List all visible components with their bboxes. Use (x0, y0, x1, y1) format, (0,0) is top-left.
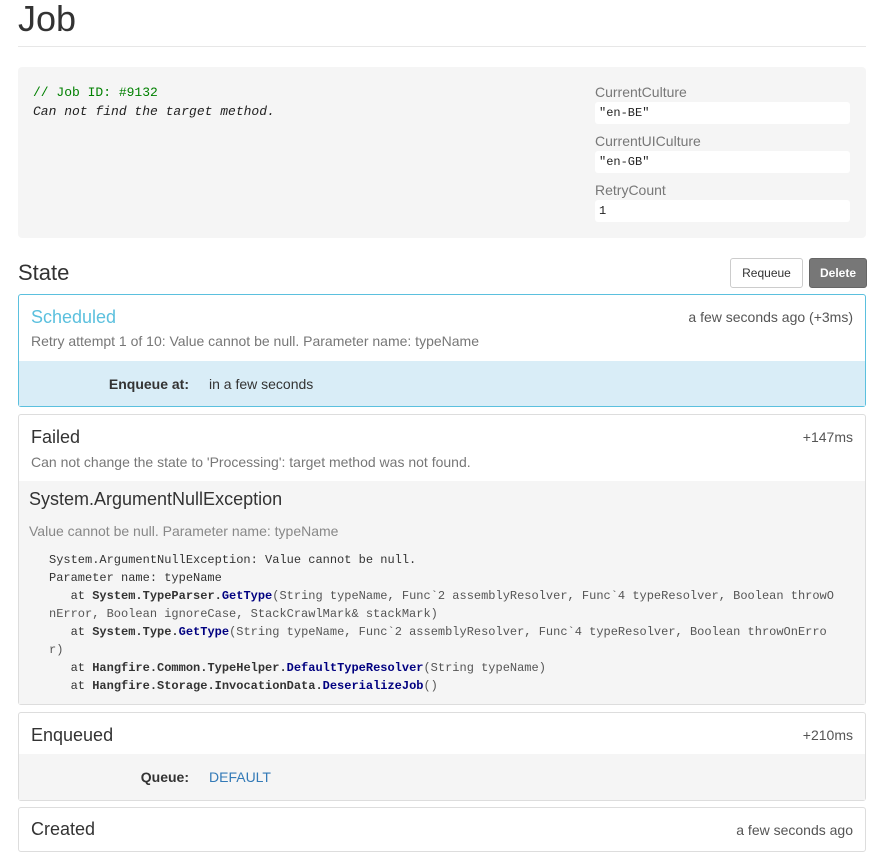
state-failed: Failed +147ms Can not change the state t… (18, 414, 866, 705)
page-title: Job (18, 0, 77, 39)
state-scheduled-description: Retry attempt 1 of 10: Value cannot be n… (31, 333, 479, 349)
stack-frame-1-at: at (70, 589, 86, 603)
exception-details: System.ArgumentNullException Value canno… (19, 481, 865, 704)
stack-frame-2-method: GetType (178, 625, 230, 639)
stack-frame-4-args: () (423, 679, 438, 693)
state-enqueued-time: +210ms (802, 727, 853, 743)
job-page: Job // Job ID: #9132 Can not find the ta… (18, 0, 867, 852)
state-created-title: Created (31, 819, 96, 839)
state-scheduled-body: Enqueue at: in a few seconds (19, 361, 865, 406)
stack-frame-4-type: Hangfire.Storage.InvocationData. (92, 679, 323, 693)
stack-frame-4-at: at (70, 679, 86, 693)
state-created: Created a few seconds ago (18, 807, 866, 852)
job-id-comment: // Job ID: #9132 (33, 85, 158, 100)
job-message: Can not find the target method. (33, 104, 275, 119)
stack-frame-1-type: System.TypeParser. (92, 589, 222, 603)
stack-frame-3-method: DefaultTypeResolver (286, 661, 424, 675)
stack-frame-3-args: (String typeName) (423, 661, 546, 675)
queue-key: Queue: (140, 769, 189, 785)
queue-link[interactable]: DEFAULT (209, 769, 271, 785)
stack-frame-3-type: Hangfire.Common.TypeHelper. (92, 661, 287, 675)
param-value-current-culture: "en-BE" (595, 102, 850, 124)
state-created-time: a few seconds ago (736, 822, 853, 838)
state-header: State Requeue Delete (18, 255, 867, 289)
job-info-panel: // Job ID: #9132 Can not find the target… (18, 67, 866, 238)
state-scheduled-title: Scheduled (31, 307, 117, 327)
param-label-retry-count: RetryCount (595, 182, 666, 198)
param-value-current-ui-culture: "en-GB" (595, 151, 850, 173)
state-failed-title: Failed (31, 427, 81, 447)
stack-line-1: System.ArgumentNullException: Value cann… (49, 553, 417, 567)
job-parameters: CurrentCulture "en-BE" CurrentUICulture … (595, 82, 850, 229)
enqueue-at-key: Enqueue at: (108, 376, 189, 392)
param-value-retry-count: 1 (595, 200, 850, 222)
stack-frame-2-at: at (70, 625, 86, 639)
requeue-button[interactable]: Requeue (730, 258, 803, 288)
job-code: // Job ID: #9132 Can not find the target… (33, 83, 275, 121)
enqueue-at-value: in a few seconds (209, 376, 314, 392)
title-divider (18, 46, 866, 47)
state-enqueued-body: Queue: DEFAULT (19, 754, 865, 800)
exception-message: Value cannot be null. Parameter name: ty… (29, 523, 339, 539)
stack-frame-2-type: System.Type. (92, 625, 179, 639)
state-enqueued-title: Enqueued (31, 725, 114, 745)
stack-frame-4-method: DeserializeJob (322, 679, 424, 693)
exception-type: System.ArgumentNullException (29, 489, 283, 509)
state-enqueued: Enqueued +210ms Queue: DEFAULT (18, 712, 866, 801)
stack-frame-3-at: at (70, 661, 86, 675)
state-failed-time: +147ms (802, 429, 853, 445)
stack-frame-1-method: GetType (221, 589, 273, 603)
state-scheduled: Scheduled a few seconds ago (+3ms) Retry… (18, 294, 866, 407)
stack-trace: System.ArgumentNullException: Value cann… (49, 551, 835, 695)
state-scheduled-time: a few seconds ago (+3ms) (688, 309, 853, 325)
state-failed-description: Can not change the state to 'Processing'… (31, 454, 471, 470)
delete-button[interactable]: Delete (809, 258, 867, 288)
state-title: State (18, 260, 70, 285)
param-label-current-culture: CurrentCulture (595, 84, 687, 100)
stack-line-2: Parameter name: typeName (49, 571, 222, 585)
param-label-current-ui-culture: CurrentUICulture (595, 133, 701, 149)
